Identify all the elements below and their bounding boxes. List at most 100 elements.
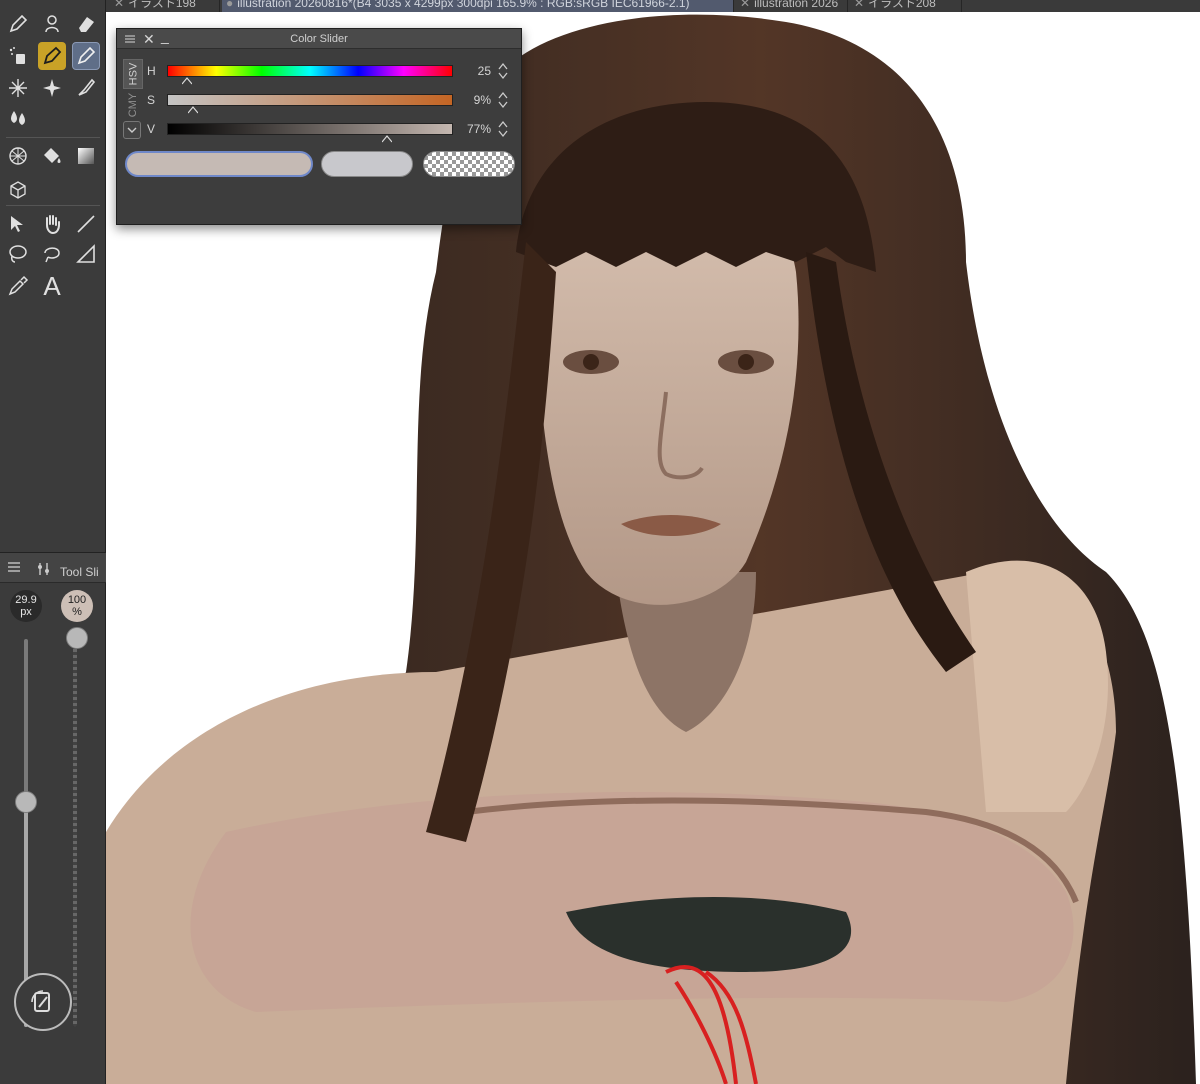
lasso-tool[interactable] xyxy=(4,240,32,268)
tool-slider-settings-button[interactable] xyxy=(14,973,72,1031)
brush-size-unit: px xyxy=(20,606,32,618)
color-mode-dropdown[interactable] xyxy=(123,121,141,139)
hue-slider-pointer[interactable] xyxy=(181,77,192,85)
tab-label: イラスト208 xyxy=(868,0,936,10)
color-slider-titlebar[interactable]: ✕ _ Color Slider xyxy=(117,28,521,49)
eraser-icon xyxy=(79,17,94,32)
tab-illustration-20260816[interactable]: ● illustration 20260816*(B4 3035 x 4299px… xyxy=(222,0,734,12)
brush-opacity-slider-checker xyxy=(73,639,77,1027)
main-color-swatch[interactable] xyxy=(125,151,313,177)
g-pen-tool[interactable] xyxy=(38,42,66,70)
saturation-slider[interactable] xyxy=(167,94,453,106)
figure-tool[interactable] xyxy=(38,10,66,38)
panel-menu-icon[interactable] xyxy=(8,562,20,572)
hand-icon xyxy=(46,215,60,235)
brush-size-value[interactable]: 29.9 px xyxy=(10,590,42,622)
tab-label: illustration 2026 xyxy=(754,0,839,10)
ruler-tool[interactable] xyxy=(72,240,100,268)
magic-wand-tool[interactable] xyxy=(4,74,32,102)
brush-opacity-slider-handle[interactable] xyxy=(66,627,88,649)
hue-value[interactable]: 25 xyxy=(453,64,491,78)
saturation-slider-pointer[interactable] xyxy=(187,106,198,114)
value-row: V 77% xyxy=(147,119,517,143)
hand-tool[interactable] xyxy=(38,210,66,238)
magic-wand-icon xyxy=(9,79,27,97)
move-layer-tool[interactable] xyxy=(4,210,32,238)
gradient-tool[interactable] xyxy=(72,142,100,170)
blend-tool[interactable] xyxy=(4,104,32,132)
brush-opacity-value[interactable]: 100 % xyxy=(61,590,93,622)
value-stepper-icon[interactable] xyxy=(497,119,509,139)
pen-icon xyxy=(9,14,28,33)
eyedropper-tool[interactable] xyxy=(4,272,32,300)
text-tool-icon: A xyxy=(43,270,61,301)
chevron-down-icon xyxy=(127,127,137,133)
tab-illustration-2026[interactable]: ✕ illustration 2026 xyxy=(736,0,848,12)
tool-slider-title[interactable]: Tool Sli xyxy=(60,565,104,579)
fill-tool[interactable] xyxy=(38,142,66,170)
airbrush-tool[interactable] xyxy=(4,42,32,70)
tab-close-icon[interactable]: ✕ xyxy=(114,0,124,10)
marker-tool[interactable] xyxy=(72,42,100,70)
gradient-icon xyxy=(78,148,94,164)
brush-icon xyxy=(78,78,96,96)
slider-toggle-icon xyxy=(31,990,50,1012)
brush-tool[interactable] xyxy=(72,74,100,102)
pen-tool[interactable] xyxy=(4,10,32,38)
document-tab-bar: ✕ イラスト198 ● illustration 20260816*(B4 3035… xyxy=(0,0,1200,12)
brush-size-number: 29.9 xyxy=(15,594,37,606)
toolbox-divider xyxy=(6,137,100,138)
perspective-ruler-icon xyxy=(9,147,27,165)
value-slider-pointer[interactable] xyxy=(382,135,393,143)
marker-icon xyxy=(77,46,96,65)
ruler-icon xyxy=(76,244,95,263)
transparent-color-swatch[interactable] xyxy=(423,151,515,177)
sparkle-icon xyxy=(43,79,61,97)
sub-color-swatch[interactable] xyxy=(321,151,413,177)
eyedropper-icon xyxy=(8,275,29,296)
saturation-value[interactable]: 9% xyxy=(453,93,491,107)
perspective-ruler-tool[interactable] xyxy=(4,142,32,170)
tab-close-icon[interactable]: ✕ xyxy=(740,0,750,10)
tab-label: イラスト198 xyxy=(128,0,196,10)
move-layer-icon xyxy=(11,216,23,232)
tool-slider-icon xyxy=(38,563,49,575)
color-slider-title: Color Slider xyxy=(290,33,348,45)
tab-close-icon[interactable]: ✕ xyxy=(854,0,864,10)
tab-cmy-label: CMY xyxy=(127,92,140,118)
eraser-tool[interactable] xyxy=(72,10,100,38)
value-value[interactable]: 77% xyxy=(453,122,491,136)
tab-illustration-208[interactable]: ✕ イラスト208 xyxy=(850,0,962,12)
airbrush-icon xyxy=(9,47,25,64)
select-lasso-icon xyxy=(44,247,60,263)
select-lasso-tool[interactable] xyxy=(38,240,66,268)
tab-label: illustration 20260816*(B4 3035 x 4299px … xyxy=(237,0,690,10)
brush-size-slider-handle[interactable] xyxy=(15,791,37,813)
tab-illustration-198[interactable]: ✕ イラスト198 xyxy=(110,0,220,12)
3d-object-icon xyxy=(10,181,26,199)
3d-object-tool[interactable] xyxy=(4,176,32,204)
value-label: V xyxy=(147,122,156,136)
text-tool[interactable]: A xyxy=(38,270,66,301)
lasso-icon xyxy=(9,245,27,263)
saturation-stepper-icon[interactable] xyxy=(497,90,509,110)
toolbox-panel: A xyxy=(0,0,106,552)
hue-slider[interactable] xyxy=(167,65,453,77)
saturation-row: S 9% xyxy=(147,90,517,114)
fill-icon xyxy=(44,148,61,163)
hue-label: H xyxy=(147,64,156,78)
value-slider[interactable] xyxy=(167,123,453,135)
sparkle-tool[interactable] xyxy=(38,74,66,102)
tab-hsv-label: HSV xyxy=(127,62,139,86)
saturation-label: S xyxy=(147,93,156,107)
blend-icon xyxy=(11,111,25,125)
tool-slider-header: Tool Sli xyxy=(0,553,106,583)
tab-hsv[interactable]: HSV xyxy=(123,59,143,89)
tab-cmy[interactable]: CMY xyxy=(123,91,143,119)
tab-close-icon[interactable]: ● xyxy=(226,0,233,10)
line-tool[interactable] xyxy=(72,210,100,238)
toolbox-divider xyxy=(6,205,100,206)
tool-slider-panel: Tool Sli 29.9 px 100 % xyxy=(0,552,106,1084)
hue-stepper-icon[interactable] xyxy=(497,61,509,81)
line-icon xyxy=(77,215,95,233)
